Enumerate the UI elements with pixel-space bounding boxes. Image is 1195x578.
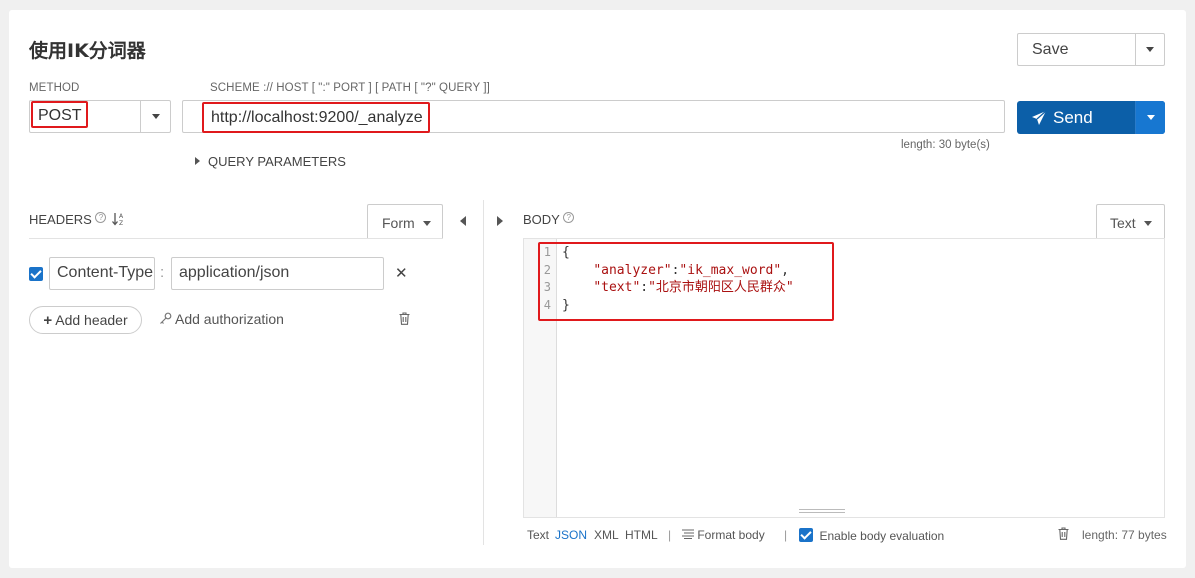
footer-separator: |: [668, 528, 672, 542]
format-html-option[interactable]: HTML: [625, 528, 658, 542]
enable-eval-option[interactable]: Enable body evaluation: [799, 527, 944, 545]
resize-handle[interactable]: [799, 509, 845, 513]
headers-tab-underline: [29, 238, 443, 239]
query-parameters-toggle[interactable]: QUERY PARAMETERS: [195, 154, 346, 169]
chevron-down-icon: [151, 114, 160, 120]
add-header-button[interactable]: + Add header: [29, 306, 142, 334]
chevron-right-icon: [497, 216, 503, 226]
body-footer: Text JSON XML HTML | Format body | Enabl…: [527, 527, 1167, 545]
clear-body-button[interactable]: [1058, 527, 1069, 545]
svg-text:Z: Z: [119, 220, 123, 226]
close-icon: ✕: [395, 265, 408, 282]
format-xml-option[interactable]: XML: [594, 528, 619, 542]
format-body-button[interactable]: Format body: [682, 528, 765, 542]
align-lines-icon: [682, 529, 694, 540]
header-name-input[interactable]: Content-Type: [49, 257, 155, 290]
save-button-group: Save: [1017, 33, 1165, 66]
save-button[interactable]: Save: [1018, 34, 1136, 65]
send-button-group: Send: [1017, 101, 1165, 134]
page-title: 使用IK分词器: [29, 40, 146, 62]
send-button[interactable]: Send: [1017, 101, 1135, 134]
delete-headers-button[interactable]: [399, 312, 410, 330]
enable-eval-checkbox[interactable]: [799, 528, 813, 542]
request-panel: 使用IK分词器 Save METHOD SCHEME :// HOST [ ":…: [9, 10, 1186, 568]
svg-text:A: A: [119, 213, 124, 220]
save-dropdown-button[interactable]: [1136, 34, 1164, 65]
body-highlight: [538, 242, 834, 321]
method-label: METHOD: [29, 82, 80, 94]
header-value-value: application/json: [179, 264, 290, 281]
body-type-label: Text: [1110, 215, 1136, 231]
body-type-dropdown[interactable]: Text: [1096, 204, 1165, 238]
send-dropdown-button[interactable]: [1135, 101, 1165, 134]
add-header-label: Add header: [55, 312, 128, 328]
header-value-input[interactable]: application/json: [171, 257, 384, 290]
panel-divider: [483, 200, 484, 545]
add-authorization-label: Add authorization: [175, 311, 284, 327]
headers-title: HEADERS ? A Z: [29, 212, 126, 227]
collapse-headers-button[interactable]: [460, 213, 466, 231]
footer-separator: |: [784, 528, 788, 542]
enable-eval-label: Enable body evaluation: [819, 529, 945, 543]
key-icon: [160, 312, 172, 324]
header-name-value: Content-Type: [57, 264, 154, 281]
method-dropdown-button[interactable]: [140, 101, 170, 132]
headers-form-label: Form: [382, 215, 415, 231]
send-icon: [1032, 110, 1047, 125]
chevron-down-icon: [422, 221, 431, 226]
url-length: length: 30 byte(s): [901, 139, 990, 151]
method-highlight: POST: [31, 101, 88, 128]
chevron-down-icon: [1146, 47, 1154, 53]
save-button-label: Save: [1032, 41, 1069, 58]
trash-icon: [1058, 527, 1069, 540]
collapse-body-button[interactable]: [497, 213, 503, 231]
header-row: Content-Type : application/json ✕: [29, 257, 419, 290]
url-format-label: SCHEME :// HOST [ ":" PORT ] [ PATH [ "?…: [210, 82, 490, 94]
method-value: POST: [38, 107, 82, 124]
url-highlight: http://localhost:9200/_analyze: [202, 102, 430, 133]
chevron-down-icon: [1143, 221, 1152, 226]
chevron-left-icon: [460, 216, 466, 226]
sort-alpha-icon[interactable]: A Z: [112, 212, 126, 227]
format-body-label: Format body: [697, 528, 765, 542]
query-parameters-label: QUERY PARAMETERS: [208, 154, 346, 169]
send-button-label: Send: [1053, 108, 1093, 127]
chevron-right-icon: [195, 157, 200, 165]
url-value: http://localhost:9200/_analyze: [211, 109, 423, 126]
remove-header-button[interactable]: ✕: [395, 264, 408, 282]
headers-form-dropdown[interactable]: Form: [367, 204, 443, 238]
header-enabled-checkbox[interactable]: [29, 267, 43, 281]
add-authorization-link[interactable]: Add authorization: [159, 311, 284, 327]
body-title: BODY ?: [523, 212, 575, 227]
headers-label: HEADERS: [29, 212, 92, 227]
help-icon[interactable]: ?: [563, 212, 575, 223]
body-length: length: 77 bytes: [1082, 528, 1167, 542]
body-label: BODY: [523, 212, 560, 227]
help-icon[interactable]: ?: [95, 212, 107, 223]
header-separator: :: [160, 264, 165, 281]
trash-icon: [399, 312, 410, 325]
format-json-option[interactable]: JSON: [555, 528, 587, 542]
plus-icon: +: [43, 312, 53, 329]
chevron-down-icon: [1146, 115, 1155, 121]
format-text-option[interactable]: Text: [527, 528, 549, 542]
